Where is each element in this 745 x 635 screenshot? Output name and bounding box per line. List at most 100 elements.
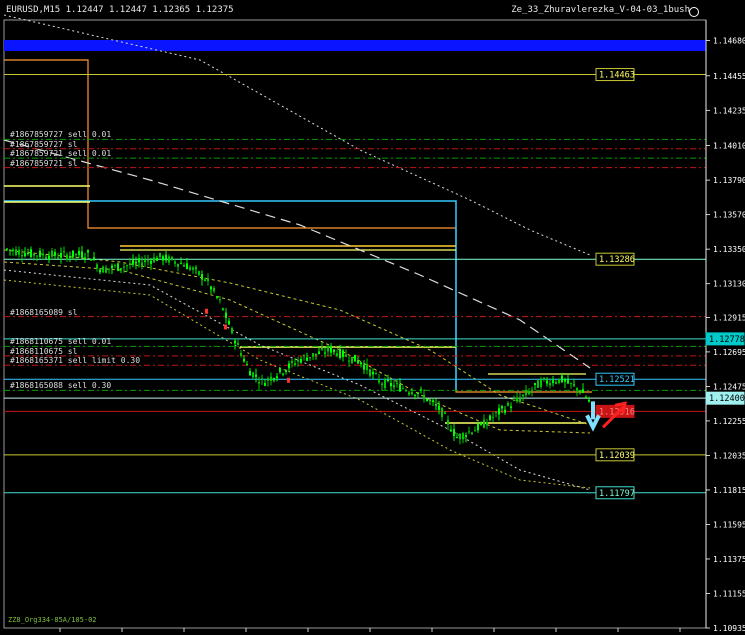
candle (351, 356, 353, 363)
candle (420, 389, 422, 391)
candle (231, 328, 233, 334)
candle (171, 256, 173, 260)
candle (237, 343, 239, 345)
candle (489, 415, 491, 421)
candle (192, 267, 194, 270)
axis-tick-label: 1.10935 (713, 624, 745, 633)
candle (297, 359, 299, 362)
candle (312, 353, 314, 357)
candle (474, 430, 476, 432)
order-label: #1868165088 sell 0.30 (10, 381, 112, 391)
axis-tick-label: 1.14010 (713, 142, 745, 151)
candle (492, 416, 494, 418)
axis-tick-label: 1.13130 (713, 280, 745, 289)
candle (48, 255, 50, 260)
candle (135, 261, 137, 264)
candle (504, 409, 506, 413)
candle (129, 263, 131, 266)
order-label: #1868110675 sell 0.01 (10, 337, 112, 347)
order-label: #1867859721 sell 0.01 (10, 149, 112, 159)
candle (165, 254, 167, 261)
candle (75, 253, 77, 256)
order-label: #1867859721 sl (10, 158, 78, 168)
price-chart[interactable]: 1.14680 1.14455 1.14235 1.14010 1.13790 1.135… (0, 0, 745, 635)
candle (39, 250, 41, 257)
candle (201, 274, 203, 280)
candle (387, 379, 389, 382)
candle (309, 357, 311, 359)
candle (495, 411, 497, 413)
candle (144, 259, 146, 263)
candle (153, 257, 155, 263)
candle (567, 378, 569, 384)
candle (186, 263, 188, 270)
candle (477, 423, 479, 431)
candle (102, 266, 104, 273)
candle (207, 278, 209, 282)
candle (498, 408, 500, 415)
candle (450, 430, 452, 432)
candle (480, 422, 482, 425)
candle (417, 392, 419, 395)
candle (276, 376, 278, 379)
candle (546, 380, 548, 384)
candle (99, 269, 101, 273)
candle (258, 382, 260, 384)
axis-tick-label: 1.12695 (713, 348, 745, 357)
candle (564, 379, 566, 382)
candle (177, 263, 179, 267)
candle (252, 372, 254, 378)
candle (354, 354, 356, 362)
candle (93, 257, 95, 261)
expert-advisor-name[interactable]: Ze_33_Zhuravlerezka_V-04-03_1bush (511, 5, 690, 15)
candle (6, 248, 8, 250)
candle (501, 406, 503, 409)
footer-label: ZZ8_Org334-85A/105-02 (8, 616, 97, 624)
candle (189, 267, 191, 270)
candle (156, 257, 158, 261)
candle (69, 255, 71, 258)
candle (414, 394, 416, 396)
candle (288, 363, 290, 369)
candle (111, 265, 113, 269)
smiley-icon[interactable] (689, 7, 699, 17)
candle (96, 264, 98, 269)
candle (471, 432, 473, 435)
price-tag-label: 1.11797 (599, 489, 635, 499)
candle (513, 400, 515, 402)
candle (516, 397, 518, 401)
candle (219, 299, 221, 301)
order-label: #1867859727 sell 0.01 (10, 130, 112, 140)
candle (255, 374, 257, 377)
candle (27, 252, 29, 255)
candle (138, 258, 140, 263)
candle (300, 358, 302, 363)
candle (561, 375, 563, 383)
candle (261, 378, 263, 380)
candle (582, 389, 584, 393)
candle (573, 384, 575, 386)
candle (381, 383, 383, 386)
candle (537, 380, 539, 388)
candle (234, 340, 236, 344)
candle (534, 383, 536, 386)
price-axis: 1.14680 1.14455 1.14235 1.14010 1.13790 1.135… (59, 20, 745, 633)
candle (228, 320, 230, 325)
candle (246, 364, 248, 366)
candle (18, 249, 20, 255)
price-tag-label: 1.12039 (599, 451, 635, 461)
price-tag-label: 1.12400 (709, 394, 745, 404)
chart-window[interactable]: 1.14680 1.14455 1.14235 1.14010 1.13790 1.135… (0, 0, 745, 635)
candle (183, 265, 185, 267)
symbol-title: EURUSD,M15 1.12447 1.12447 1.12365 1.123… (6, 5, 234, 15)
candle (57, 257, 59, 259)
candle (396, 383, 398, 385)
candle (438, 405, 440, 410)
axis-tick-label: 1.13350 (713, 245, 745, 254)
candle (441, 407, 443, 418)
candle (78, 250, 80, 255)
axis-tick-label: 1.12255 (713, 417, 745, 426)
candle (33, 253, 35, 256)
candle (150, 260, 152, 264)
candle-red (205, 308, 208, 314)
